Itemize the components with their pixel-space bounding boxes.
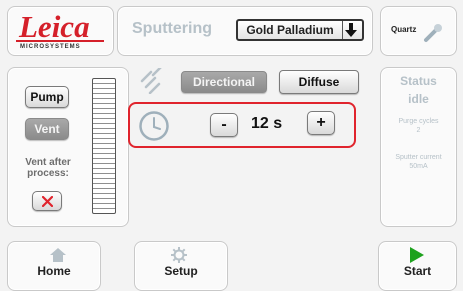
logo-subtext: MICROSYSTEMS: [20, 44, 81, 50]
pressure-gauge: [92, 78, 116, 214]
target-select-value: Gold Palladium: [246, 23, 334, 37]
purge-cycles-value: 2: [416, 127, 421, 134]
purge-cycles-label: Purge cycles: [398, 118, 439, 125]
target-select[interactable]: Gold Palladium: [236, 19, 364, 41]
logo-panel: Leica MICROSYSTEMS: [7, 6, 114, 56]
clock-icon: [139, 111, 169, 141]
logo-underline: [16, 40, 104, 42]
close-icon: [41, 195, 53, 207]
vent-after-process-label: Vent after process:: [25, 157, 71, 179]
start-label: Start: [403, 264, 432, 278]
vent-after-process-checkbox[interactable]: [32, 191, 62, 211]
quartz-label: Quartz: [391, 25, 417, 34]
gear-icon: [171, 247, 187, 263]
increase-time-button[interactable]: +: [307, 111, 335, 135]
dropdown-arrow-icon: [342, 21, 359, 39]
vent-pump-panel: Pump Vent Vent after process:: [7, 67, 129, 227]
pump-button[interactable]: Pump: [25, 86, 69, 108]
start-button[interactable]: Start: [378, 241, 457, 291]
play-icon: [410, 247, 424, 263]
vent-button[interactable]: Vent: [25, 118, 69, 140]
decrease-time-button[interactable]: -: [210, 113, 238, 137]
directional-mode-icon: [140, 68, 162, 94]
home-icon: [50, 248, 66, 262]
sputter-current-value: 50mA: [409, 163, 428, 170]
process-time-value: 12 s: [251, 115, 283, 132]
quartz-panel[interactable]: Quartz: [380, 6, 457, 56]
quartz-sensor-icon: [424, 24, 442, 42]
home-label: Home: [37, 264, 71, 278]
sputter-current-label: Sputter current: [395, 154, 442, 161]
diffuse-button[interactable]: Diffuse: [279, 70, 359, 94]
mode-panel: Sputtering Gold Palladium: [117, 6, 373, 56]
status-panel: Status idle Purge cycles 2 Sputter curre…: [380, 67, 457, 227]
status-title: Status: [400, 74, 437, 88]
mode-label: Sputtering: [132, 20, 212, 37]
home-button[interactable]: Home: [7, 241, 101, 291]
setup-label: Setup: [164, 264, 198, 278]
directional-button[interactable]: Directional: [181, 71, 267, 93]
status-state: idle: [408, 92, 429, 106]
setup-button[interactable]: Setup: [134, 241, 228, 291]
